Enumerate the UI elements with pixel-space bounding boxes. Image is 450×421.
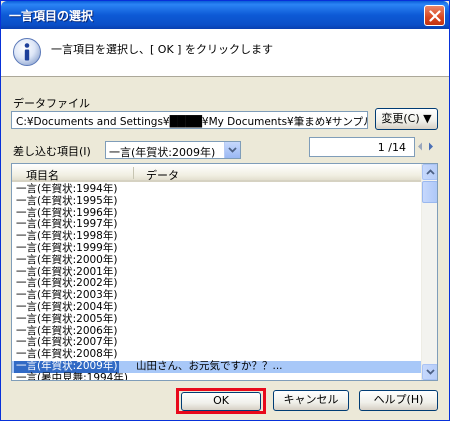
column-separator[interactable] — [133, 167, 134, 179]
list-item-name: 一言(年賀状:1995年) — [16, 194, 118, 207]
list-rows: 一言(年賀状:1994年) 一言(年賀状:1995年) 一言(年賀状:1996年) 一… — [12, 183, 422, 381]
dropdown-button[interactable] — [224, 142, 240, 158]
scroll-up-button[interactable] — [422, 164, 437, 180]
cancel-button[interactable]: キャンセル — [273, 390, 349, 411]
column-header-data[interactable]: データ — [146, 167, 179, 183]
item-list[interactable]: 項目名 データ 一言(年賀状:1994年) 一言(年賀状:1995年) 一言(年賀状… — [11, 163, 438, 381]
dialog-window: 一言項目の選択 一言項目を選択し、[ OK ] をクリックします データファイル… — [0, 0, 450, 421]
dialog-header: 一言項目を選択し、[ OK ] をクリックします — [1, 29, 449, 77]
arrow-right-icon — [429, 142, 433, 151]
column-header-name[interactable]: 項目名 — [26, 167, 59, 183]
vertical-scrollbar[interactable] — [421, 164, 437, 380]
list-item-name: 一言(年賀状:2009年) — [14, 359, 120, 373]
list-item[interactable]: 一言(年賀状:2000年) — [12, 253, 422, 267]
chevron-up-icon — [426, 169, 435, 175]
list-item-name: 一言(年賀状:2004年) — [16, 300, 118, 313]
list-item-name: 一言(年賀状:2005年) — [16, 312, 118, 325]
list-item-name: 一言(年賀状:2000年) — [16, 253, 118, 266]
help-button[interactable]: ヘルプ(H) — [359, 390, 438, 411]
list-item-data: 山田さん、お元気ですか？？... — [136, 359, 283, 372]
insert-item-value: 一言(年賀状:2009年) — [109, 146, 216, 159]
scroll-thumb[interactable] — [422, 181, 437, 203]
window-title: 一言項目の選択 — [9, 9, 94, 23]
list-item-name: 一言(年賀状:1999年) — [16, 241, 118, 254]
list-item-name: 一言(暑中見舞:1994年) — [16, 371, 128, 381]
page-indicator: 1 /14 — [309, 137, 415, 157]
close-button[interactable] — [424, 5, 445, 26]
change-button[interactable]: 変更(C) ▼ — [375, 108, 438, 130]
list-item[interactable]: 一言(年賀状:1999年) — [12, 241, 422, 255]
list-item[interactable]: 一言(年賀状:2005年) — [12, 312, 422, 326]
chevron-down-icon — [228, 147, 237, 153]
insert-item-label: 差し込む項目(I) — [13, 145, 91, 158]
insert-item-select[interactable]: 一言(年賀状:2009年) — [105, 141, 241, 159]
page-text: 1 /14 — [377, 141, 406, 154]
arrow-left-icon — [418, 142, 422, 151]
list-item[interactable]: 一言(年賀状:1995年) — [12, 194, 422, 208]
data-file-path: C:¥Documents and Settings¥████¥My Docume… — [11, 111, 368, 129]
list-item[interactable]: 一言(暑中見舞:1994年) — [12, 371, 422, 381]
chevron-down-icon — [426, 369, 435, 375]
next-page-button[interactable] — [426, 137, 438, 157]
data-file-label: データファイル — [13, 97, 90, 110]
list-item[interactable]: 一言(年賀状:2004年) — [12, 300, 422, 314]
title-bar[interactable]: 一言項目の選択 — [1, 1, 449, 29]
ok-button[interactable]: OK — [181, 392, 261, 411]
info-icon — [13, 38, 41, 66]
header-message: 一言項目を選択し、[ OK ] をクリックします — [51, 43, 273, 56]
close-icon — [429, 10, 441, 22]
scroll-down-button[interactable] — [422, 364, 437, 380]
list-header: 項目名 データ — [12, 164, 422, 182]
list-item[interactable]: 一言(年賀状:2009年) 山田さん、お元気ですか？？... — [12, 359, 422, 373]
